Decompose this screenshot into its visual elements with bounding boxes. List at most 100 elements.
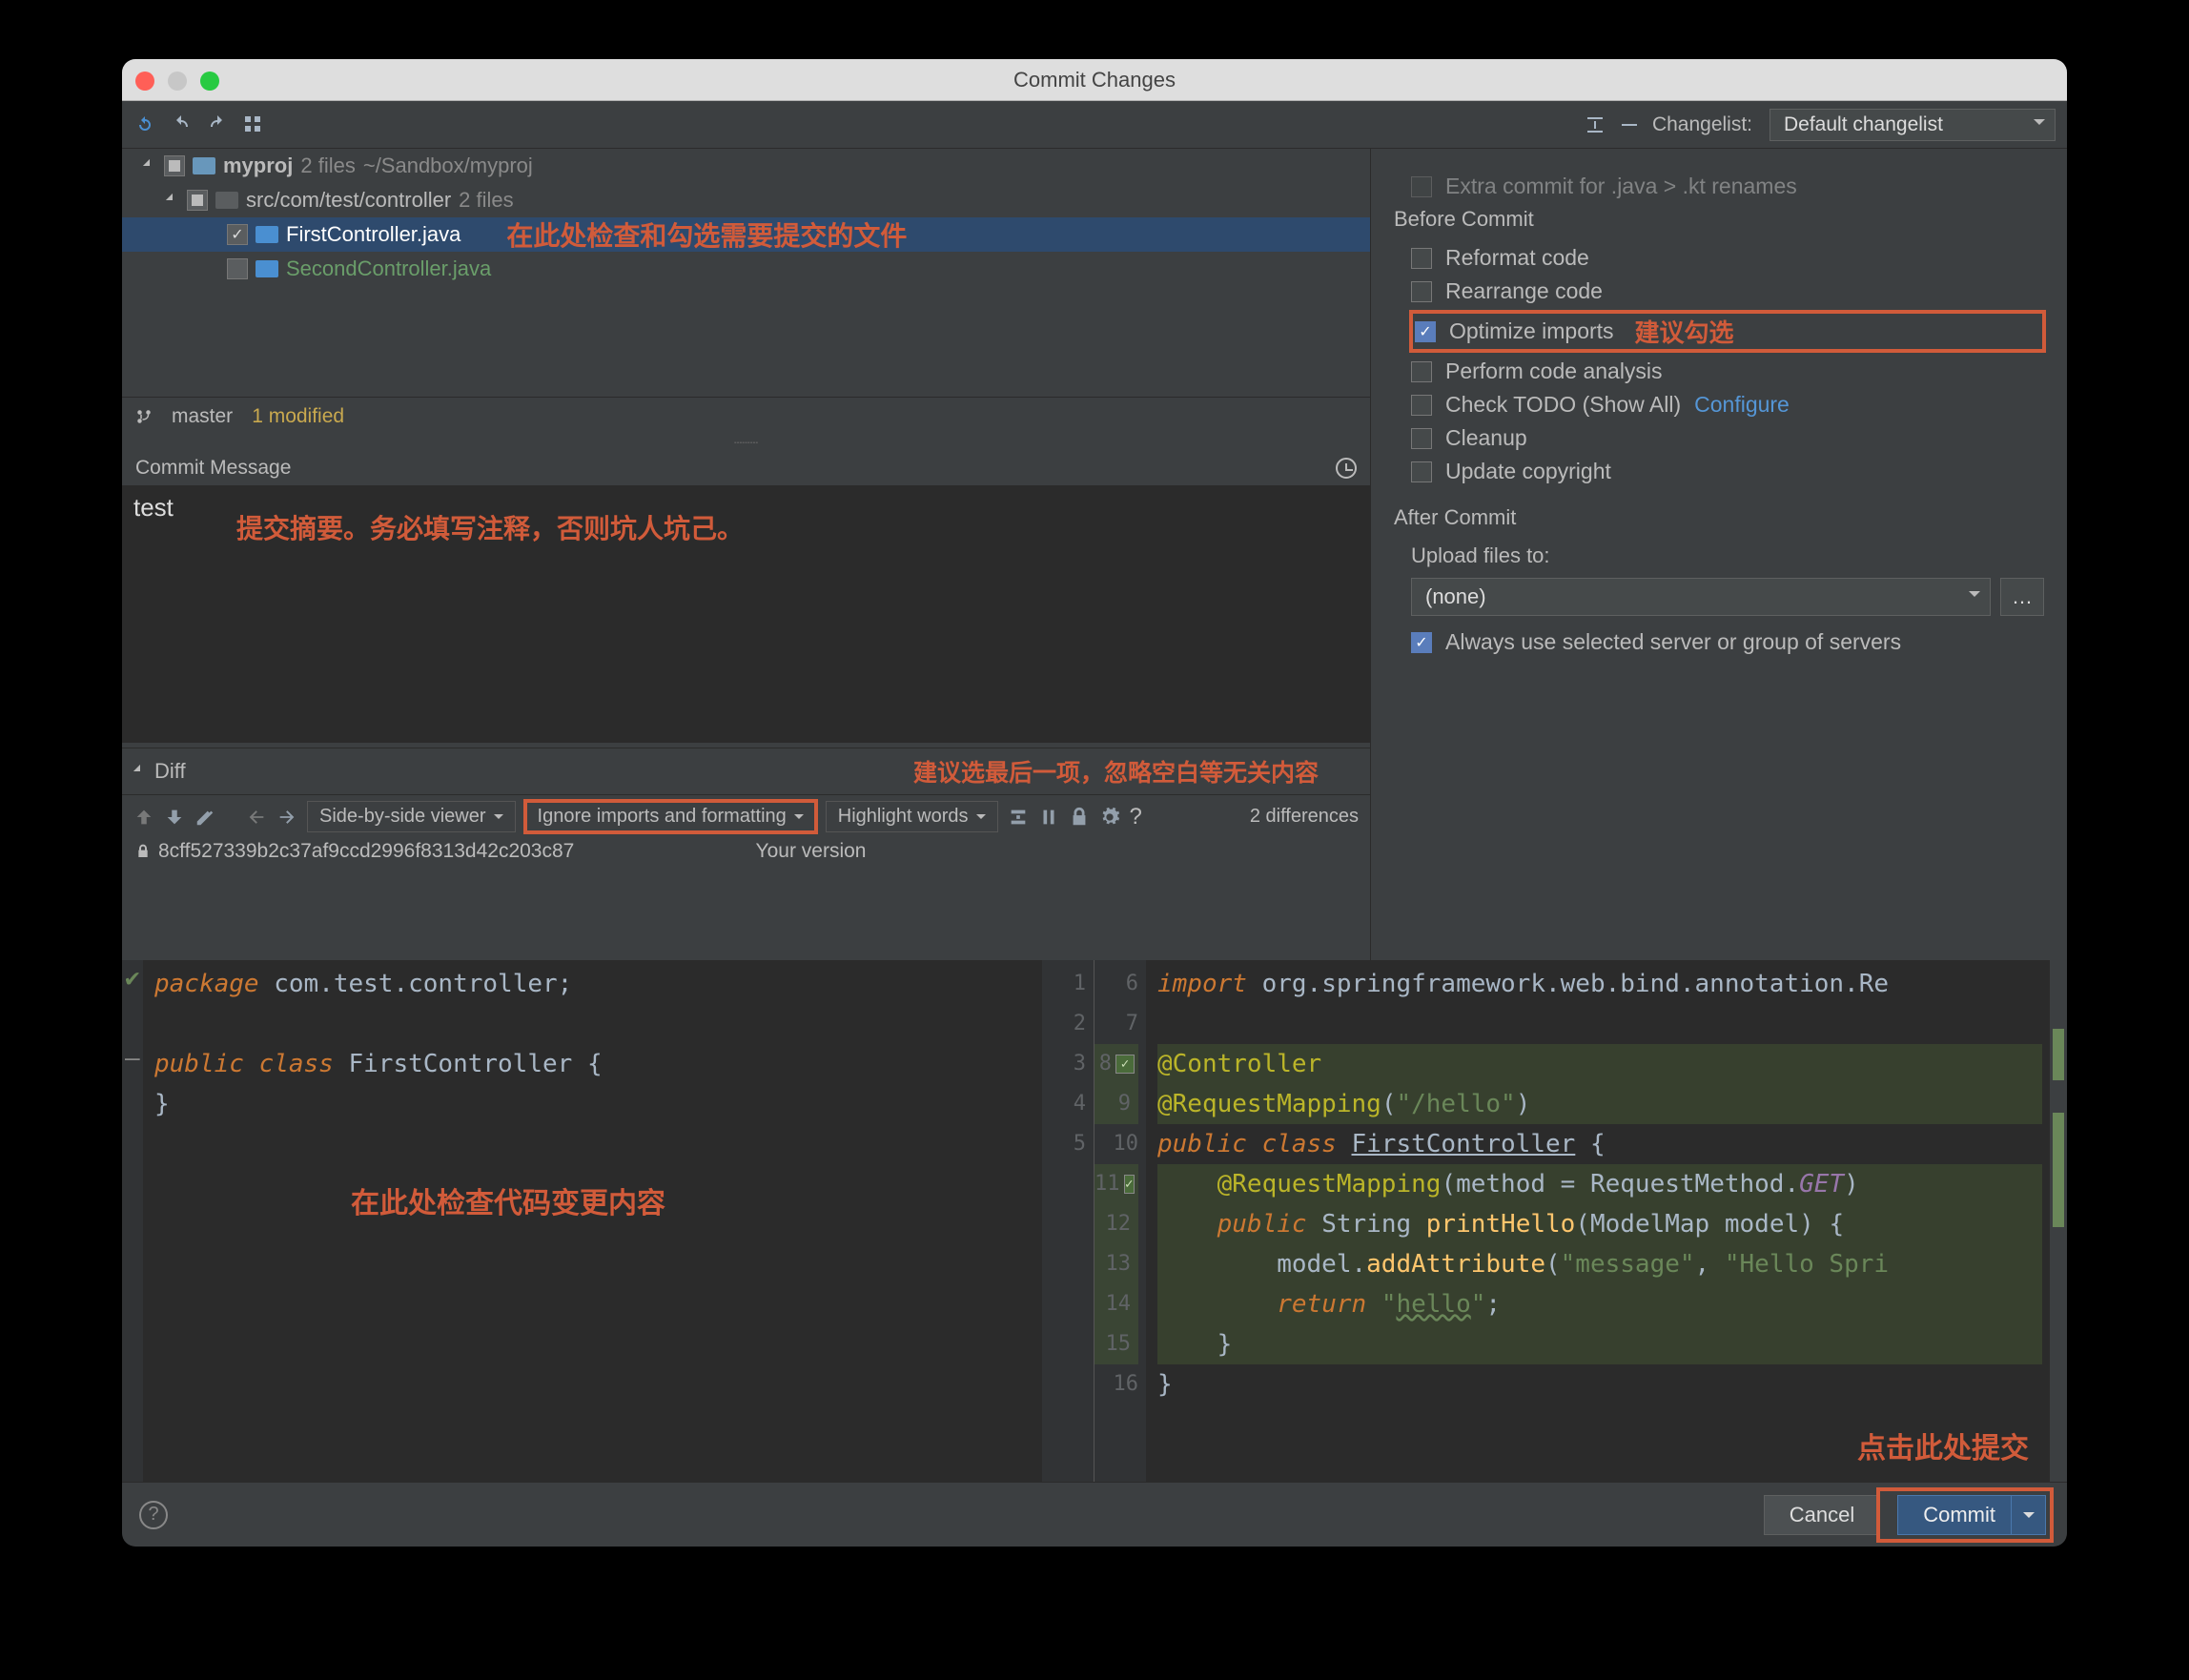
arrow-left-icon[interactable] [246,807,267,828]
sync-scroll-icon[interactable] [1038,807,1059,828]
commit-message-label: Commit Message [135,457,291,480]
gutter-left: 12345 [1042,960,1094,1482]
upload-browse-button[interactable]: … [2000,578,2044,616]
tree-folder[interactable]: src/com/test/controller 2 files [122,183,1370,217]
tree-file-selected[interactable]: FirstController.java 在此处检查和勾选需要提交的文件 [122,217,1370,252]
branch-bar: master 1 modified [122,397,1370,435]
expand-all-icon[interactable] [1584,113,1606,136]
checkbox[interactable] [1411,395,1432,416]
upload-combo[interactable]: (none) [1411,578,1991,616]
option-label: Reformat code [1445,245,1589,271]
prev-diff-icon[interactable] [133,807,154,828]
minimize-window-icon[interactable] [168,72,187,91]
expand-icon[interactable] [166,194,179,207]
branch-status: 1 modified [252,405,344,428]
file-name: SecondController.java [286,256,491,281]
option-label: Optimize imports [1449,318,1614,344]
commit-message-header: Commit Message [122,451,1370,485]
zoom-window-icon[interactable] [200,72,219,91]
viewer-mode-value: Side-by-side viewer [319,806,486,828]
code-right: import org.springframework.web.bind.anno… [1146,960,2050,1482]
viewer-mode-combo[interactable]: Side-by-side viewer [307,801,516,832]
checkbox-checked[interactable] [1411,632,1432,653]
commit-split-icon[interactable] [2011,1496,2045,1534]
checkbox[interactable] [164,155,185,176]
folder-icon [215,192,238,209]
option-label: Cleanup [1445,425,1527,451]
highlight-value: Highlight words [838,806,969,828]
tree-file[interactable]: SecondController.java [122,252,1370,286]
edit-icon[interactable] [194,807,215,828]
diff-right-pane[interactable]: 67 8✓ 9 10 11✓ 12 13 14 15 16 import org… [1094,960,2067,1482]
chevron-down-icon [1969,591,1980,603]
chevron-down-icon [494,814,503,824]
tree-folder-path: src/com/test/controller [246,188,451,213]
upload-value: (none) [1425,584,1486,608]
annotation: 建议勾选 [1635,314,1734,349]
configure-link[interactable]: Configure [1694,392,1790,418]
apply-chunk-icon[interactable]: ✓ [1115,1055,1135,1074]
checkbox[interactable] [187,190,208,211]
next-diff-icon[interactable] [164,807,185,828]
resize-grip[interactable]: ┄┄┄ [122,435,1370,451]
checkbox-checked[interactable] [1415,321,1436,342]
undo-icon[interactable] [170,113,193,136]
apply-chunk-icon[interactable]: ✓ [1124,1175,1135,1194]
help-icon[interactable]: ? [1130,804,1142,830]
tree-root-path: ~/Sandbox/myproj [363,154,533,178]
window-controls [135,72,219,91]
option-label: Update copyright [1445,459,1611,484]
gear-icon[interactable] [1099,807,1120,828]
highlight-combo[interactable]: Highlight words [826,801,998,832]
checkbox[interactable] [227,258,248,279]
cancel-button[interactable]: Cancel [1764,1495,1880,1535]
java-file-icon [256,226,278,243]
redo-icon[interactable] [206,113,229,136]
commit-button[interactable]: Commit [1897,1495,2046,1535]
before-commit-title: Before Commit [1394,207,2044,232]
checkbox[interactable] [1411,248,1432,269]
branch-name: master [172,405,233,428]
diff-viewer[interactable]: ✔ — package com.test.controller; public … [122,960,2067,1482]
changelist-combo[interactable]: Default changelist [1770,109,2056,141]
file-tree[interactable]: myproj 2 files ~/Sandbox/myproj src/com/… [122,149,1370,397]
checkbox[interactable] [1411,176,1432,197]
diff-left-pane[interactable]: ✔ — package com.test.controller; public … [122,960,1094,1482]
expand-icon[interactable] [133,765,147,778]
file-name: FirstController.java [286,222,460,247]
close-window-icon[interactable] [135,72,154,91]
titlebar: Commit Changes [122,59,2067,101]
project-icon [193,157,215,174]
revision-hash: 8cff527339b2c37af9ccd2996f8313d42c203c87 [158,840,574,863]
commit-button-label: Commit [1923,1503,1995,1527]
java-file-icon [256,260,278,277]
option-label: Always use selected server or group of s… [1445,629,1901,655]
tree-root[interactable]: myproj 2 files ~/Sandbox/myproj [122,149,1370,183]
collapse-unchanged-icon[interactable] [1008,807,1029,828]
ignore-combo[interactable]: Ignore imports and formatting [525,801,816,832]
option-label: Extra commit for .java > .kt renames [1445,174,1797,199]
annotation: 建议选最后一项，忽略空白等无关内容 [913,754,1319,789]
option-label: Perform code analysis [1445,359,1663,384]
lock-icon[interactable] [1069,807,1090,828]
checkbox[interactable] [1411,461,1432,482]
marker-strip[interactable] [2050,960,2067,1482]
refresh-icon[interactable] [133,113,156,136]
arrow-right-icon[interactable] [276,807,297,828]
history-icon[interactable] [1336,458,1357,479]
annotation: 在此处检查和勾选需要提交的文件 [506,215,907,254]
diff-header: Diff 建议选最后一项，忽略空白等无关内容 [122,748,1370,794]
checkbox[interactable] [1411,361,1432,382]
group-by-icon[interactable] [242,113,265,136]
commit-message-textarea[interactable] [122,485,1370,743]
your-version-label: Your version [756,840,867,863]
commit-changes-dialog: Commit Changes Changelist: Default chang… [122,59,2067,1547]
checkbox[interactable] [1411,281,1432,302]
diff-count: 2 differences [1250,806,1359,828]
help-button[interactable]: ? [139,1501,168,1529]
checkbox[interactable] [1411,428,1432,449]
checkbox-checked[interactable] [227,224,248,245]
expand-icon[interactable] [143,159,156,173]
collapse-all-icon[interactable] [1618,113,1641,136]
chevron-down-icon [976,814,986,824]
